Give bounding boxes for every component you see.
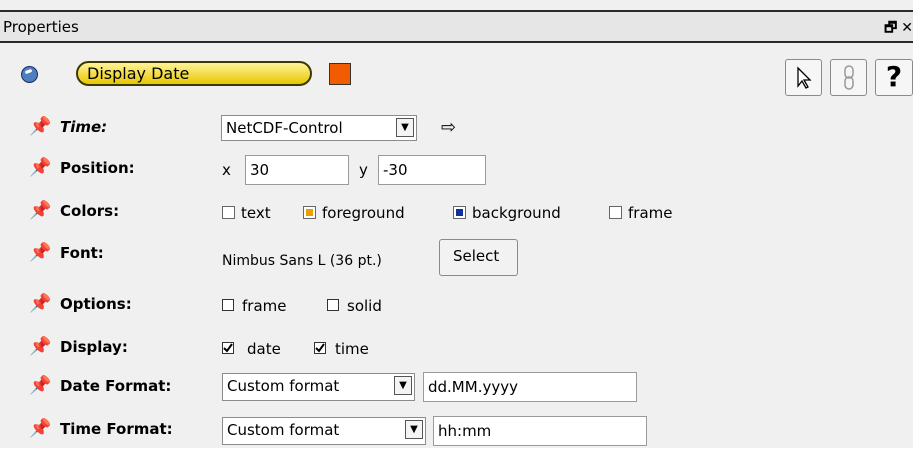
text-color-swatch[interactable]: [222, 206, 235, 219]
date-checkbox[interactable]: [222, 342, 234, 354]
help-icon: ?: [885, 60, 903, 93]
row-time: 📌 Time: NetCDF-Control ▼ ⇨: [0, 108, 913, 148]
row-options: 📌 Options: frame solid: [0, 285, 913, 325]
object-color-swatch[interactable]: [329, 63, 351, 85]
y-value: -30: [383, 161, 408, 179]
options-label: Options:: [60, 295, 132, 313]
pointer-button[interactable]: [785, 59, 822, 96]
checkmark-icon: [315, 343, 325, 353]
pointer-icon: [796, 66, 812, 89]
pin-icon[interactable]: 📌: [29, 336, 51, 357]
pin-icon[interactable]: 📌: [29, 242, 51, 263]
frame-color-swatch[interactable]: [609, 206, 622, 219]
object-name-field[interactable]: Display Date: [76, 61, 312, 86]
time-select[interactable]: NetCDF-Control ▼: [221, 115, 417, 141]
background-color-swatch[interactable]: [453, 206, 466, 219]
pin-icon[interactable]: 📌: [29, 375, 51, 396]
close-icon[interactable]: ✕: [901, 20, 913, 36]
chevron-down-icon: ▼: [396, 118, 414, 137]
arrow-right-icon[interactable]: ⇨: [441, 117, 456, 138]
text-color-label: text: [241, 204, 271, 222]
frame-color-label: frame: [628, 204, 673, 222]
chevron-down-icon: ▼: [394, 376, 412, 395]
date-format-label: Date Format:: [60, 377, 172, 395]
foreground-color-label: foreground: [322, 204, 405, 222]
row-date-format: 📌 Date Format: Custom format ▼ dd.MM.yyy…: [0, 367, 913, 407]
time-format-mode: Custom format: [227, 421, 340, 439]
solid-checkbox[interactable]: [327, 299, 339, 311]
x-input[interactable]: 30: [245, 155, 349, 185]
position-label: Position:: [60, 159, 135, 177]
font-value: Nimbus Sans L (36 pt.): [222, 253, 382, 269]
properties-panel: Properties 🗗 ✕ Display Date ? 📌 Time: Net…: [0, 0, 913, 448]
restore-icon[interactable]: 🗗: [884, 20, 897, 36]
help-button[interactable]: ?: [875, 59, 913, 96]
time-format-label: Time Format:: [60, 420, 173, 438]
row-colors: 📌 Colors: text foreground background fra…: [0, 192, 913, 232]
date-pattern-value: dd.MM.yyyy: [428, 378, 518, 396]
pin-icon[interactable]: 📌: [29, 116, 51, 137]
background-color-label: background: [472, 204, 561, 222]
row-time-format: 📌 Time Format: Custom format ▼ hh:mm: [0, 410, 913, 450]
font-select-button[interactable]: Select: [439, 239, 518, 276]
pin-icon[interactable]: 📌: [29, 157, 51, 178]
x-label: x: [222, 161, 231, 179]
colors-label: Colors:: [60, 202, 120, 220]
link-button[interactable]: [830, 59, 867, 96]
row-display: 📌 Display: date time: [0, 328, 913, 368]
link-icon: [843, 65, 854, 90]
time-option-label: time: [335, 340, 369, 358]
frame-option-label: frame: [242, 297, 287, 315]
date-pattern-input[interactable]: dd.MM.yyyy: [423, 372, 637, 402]
frame-checkbox[interactable]: [222, 299, 234, 311]
date-format-select[interactable]: Custom format ▼: [222, 373, 415, 401]
y-input[interactable]: -30: [378, 155, 486, 185]
time-format-select[interactable]: Custom format ▼: [222, 417, 426, 445]
time-select-value: NetCDF-Control: [226, 119, 343, 137]
y-label: y: [359, 161, 368, 179]
font-select-label: Select: [453, 247, 500, 265]
globe-icon[interactable]: [21, 66, 38, 83]
time-pattern-input[interactable]: hh:mm: [433, 416, 647, 446]
chevron-down-icon: ▼: [405, 420, 423, 439]
pin-icon[interactable]: 📌: [29, 200, 51, 221]
object-name: Display Date: [87, 64, 190, 83]
font-label: Font:: [60, 244, 104, 262]
checkmark-icon: [223, 343, 233, 353]
window-title: Properties: [3, 18, 79, 36]
time-pattern-value: hh:mm: [438, 422, 492, 440]
display-label: Display:: [60, 338, 128, 356]
window-controls: 🗗 ✕: [880, 17, 913, 41]
row-font: 📌 Font: Nimbus Sans L (36 pt.) Select: [0, 234, 913, 284]
foreground-color-swatch[interactable]: [303, 206, 316, 219]
solid-option-label: solid: [347, 297, 382, 315]
pin-icon[interactable]: 📌: [29, 293, 51, 314]
x-value: 30: [250, 161, 270, 179]
date-option-label: date: [247, 340, 281, 358]
title-bar: Properties 🗗 ✕: [0, 10, 913, 43]
date-format-mode: Custom format: [227, 377, 340, 395]
pin-icon[interactable]: 📌: [29, 418, 51, 439]
time-checkbox[interactable]: [314, 342, 326, 354]
row-position: 📌 Position: x 30 y -30: [0, 149, 913, 189]
time-label: Time:: [60, 118, 108, 136]
